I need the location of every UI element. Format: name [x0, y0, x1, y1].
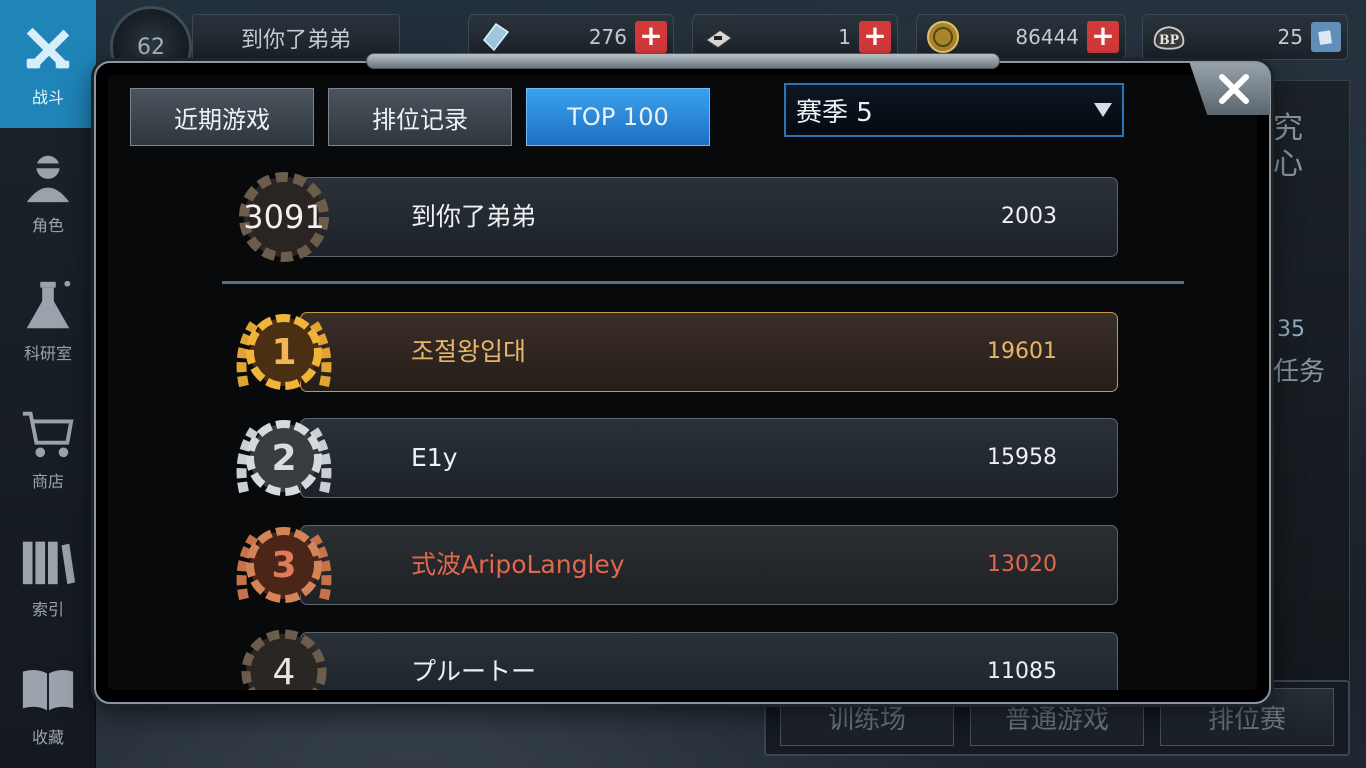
books-icon	[22, 541, 76, 585]
bronze-medal: 3	[230, 515, 338, 615]
close-icon	[1219, 74, 1249, 104]
sidebar-item-label: 角色	[31, 216, 64, 235]
side-panel-text-top: 究心	[1273, 111, 1303, 182]
table-row[interactable]: E1y 15958	[300, 418, 1118, 498]
sidebar-item-index[interactable]: 索引	[0, 512, 96, 640]
open-book-icon	[22, 670, 74, 711]
resource-value: 86444	[1015, 25, 1079, 49]
modal-top-rail	[366, 53, 1000, 69]
add-ticket-button[interactable]: +	[859, 21, 891, 53]
rank-number: 3	[271, 544, 297, 586]
sidebar-item-lab[interactable]: 科研室	[0, 256, 96, 384]
player-score: 19601	[987, 339, 1057, 364]
rank-number: 2	[271, 437, 297, 479]
player-score: 2003	[1001, 204, 1057, 229]
season-dropdown[interactable]: 赛季 5	[784, 83, 1124, 137]
sidebar-item-label: 收藏	[31, 728, 64, 747]
player-name: 式波AripoLangley	[411, 550, 625, 579]
iron-medal: 4	[230, 622, 338, 690]
sidebar-item-collection[interactable]: 收藏	[0, 640, 96, 768]
resource-value: 25	[1277, 25, 1303, 49]
resource-bp: BP 25	[1142, 14, 1348, 60]
shopping-cart-icon	[22, 411, 74, 458]
self-rank-medal: 3091	[230, 167, 338, 267]
tab-ranked-history[interactable]: 排位记录	[328, 88, 512, 146]
crossed-guns-icon	[26, 27, 70, 69]
player-score: 11085	[987, 659, 1057, 684]
table-row[interactable]: 조절왕입대 19601	[300, 312, 1118, 392]
mode-side-panel: 究心 35 任务	[1268, 80, 1350, 750]
rank-number: 1	[271, 331, 297, 373]
player-name: 到你了弟弟	[411, 202, 537, 231]
character-portrait-icon	[26, 155, 70, 203]
list-clip-area: プルートー 11085 4	[96, 620, 1270, 690]
table-row[interactable]: 式波AripoLangley 13020	[300, 525, 1118, 605]
sidebar-item-label: 索引	[31, 600, 64, 619]
sidebar-item-label: 战斗	[31, 88, 64, 107]
sidebar-item-character[interactable]: 角色	[0, 128, 96, 256]
player-name: 조절왕입대	[411, 337, 527, 366]
self-rank-row: 到你了弟弟 2003	[300, 177, 1118, 257]
tab-recent-games[interactable]: 近期游戏	[130, 88, 314, 146]
season-dropdown-value: 赛季 5	[796, 97, 873, 128]
self-rank-number: 3091	[243, 198, 325, 236]
silver-medal: 2	[230, 408, 338, 508]
side-panel-counter: 35	[1277, 317, 1305, 342]
add-coin-button[interactable]: +	[1087, 21, 1119, 53]
gold-medal: 1	[230, 302, 338, 402]
resource-value: 1	[838, 25, 851, 49]
add-crystal-button[interactable]: +	[635, 21, 667, 53]
ticket-icon	[701, 19, 737, 55]
player-score: 15958	[987, 445, 1057, 470]
bp-shop-button[interactable]	[1311, 22, 1341, 52]
list-divider	[222, 281, 1184, 284]
side-panel-text-bottom: 任务	[1273, 357, 1326, 387]
bp-icon: BP	[1151, 19, 1187, 55]
sidebar: 战斗 角色 科研室 商店 索引 收藏	[0, 0, 96, 768]
rank-number: 4	[272, 651, 296, 691]
player-score: 13020	[987, 552, 1057, 577]
chevron-down-icon	[1094, 103, 1112, 117]
sidebar-item-label: 商店	[31, 472, 64, 491]
resource-value: 276	[588, 25, 627, 49]
coin-icon	[925, 19, 961, 55]
sidebar-item-shop[interactable]: 商店	[0, 384, 96, 512]
player-name: E1y	[411, 443, 458, 472]
player-name: プルートー	[411, 657, 537, 686]
svg-text:BP: BP	[1159, 32, 1180, 47]
sidebar-item-label: 科研室	[23, 344, 72, 363]
tab-top-100[interactable]: TOP 100	[526, 88, 710, 146]
sidebar-item-battle[interactable]: 战斗	[0, 0, 96, 128]
table-row[interactable]: プルートー 11085	[300, 632, 1118, 690]
crystal-icon	[477, 19, 513, 55]
flask-icon	[26, 280, 71, 329]
